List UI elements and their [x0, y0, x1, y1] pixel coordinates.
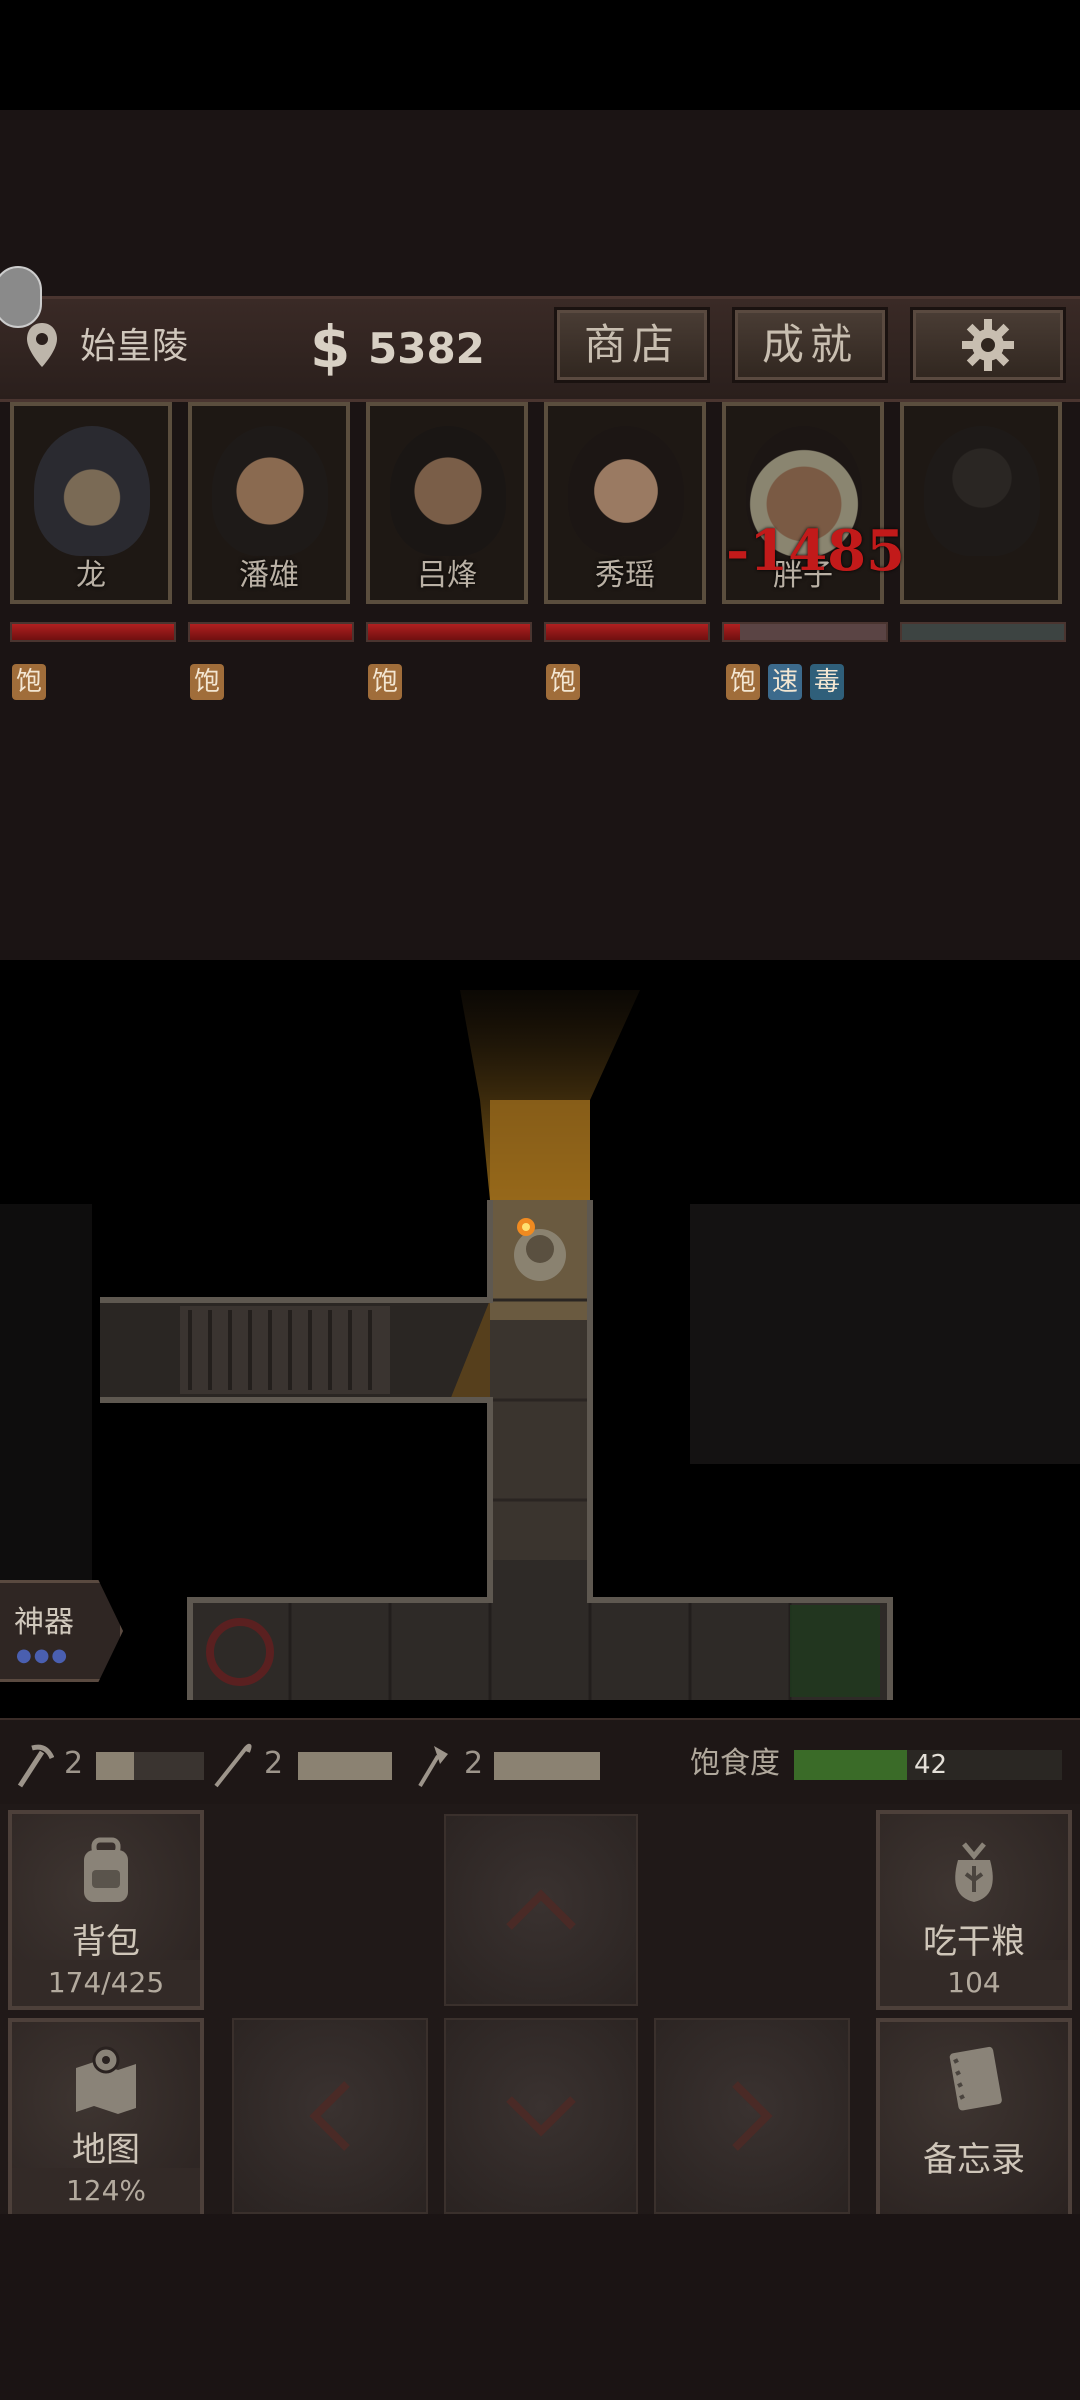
pickaxe-icon — [17, 1744, 54, 1788]
status-buff-full: 饱 — [190, 664, 224, 700]
hunger-value: 42 — [914, 1750, 948, 1780]
settings-button[interactable] — [910, 307, 1066, 383]
party-member-name: 潘雄 — [239, 558, 299, 593]
rations-count: 104 — [880, 1960, 1068, 2006]
dungeon-map[interactable] — [0, 960, 1080, 1720]
control-panel: 背包 174/425 吃干粮 104 地图 124% 备忘录 — [0, 1804, 1080, 2218]
map-label: 地图 — [72, 2130, 140, 2170]
shop-button[interactable]: 商店 — [554, 307, 710, 383]
party-hp-bar — [544, 622, 710, 642]
memo-button[interactable]: 备忘录 — [876, 2018, 1072, 2218]
status-buff-full: 饱 — [368, 664, 402, 700]
move-right-button[interactable] — [654, 2018, 850, 2214]
achievements-button[interactable]: 成就 — [732, 307, 888, 383]
status-buff-full: 饱 — [546, 664, 580, 700]
money-value: 5382 — [368, 324, 485, 373]
party-hp-bar — [900, 622, 1066, 642]
status-buff-full: 饱 — [12, 664, 46, 700]
map-icon — [76, 2046, 136, 2114]
party-member-portrait[interactable]: 龙 — [10, 402, 172, 604]
top-header: 始皇陵 $ 5382 商店 成就 — [0, 296, 1080, 402]
ration-sack-icon — [955, 1842, 993, 1902]
artifact-charges: ●●● — [16, 1645, 70, 1666]
shovel-durability-bar — [494, 1752, 600, 1780]
map-explored-percent: 124% — [12, 2168, 200, 2214]
moss-tile — [790, 1605, 880, 1697]
party-hp-bar — [366, 622, 532, 642]
party-member-name: 吕烽 — [417, 558, 477, 593]
party-member-portrait[interactable]: 潘雄 — [188, 402, 350, 604]
status-buff-full: 饱 — [726, 664, 760, 700]
eat-rations-label: 吃干粮 — [923, 1922, 1025, 1962]
party-member-name: 秀瑶 — [595, 558, 655, 593]
arrow-left-icon — [309, 2081, 350, 2151]
party-hp-bar — [10, 622, 176, 642]
status-bar — [0, 0, 1080, 110]
floating-chat-button[interactable] — [0, 266, 42, 328]
move-down-button[interactable] — [444, 2018, 638, 2214]
memo-label: 备忘录 — [923, 2140, 1025, 2180]
party-member-portrait[interactable]: 秀瑶 — [544, 402, 706, 604]
damage-popup: -1485 — [726, 518, 906, 584]
pickaxe-count: 2 — [64, 1746, 84, 1781]
party-hp-bar — [722, 622, 888, 642]
backpack-button[interactable]: 背包 174/425 — [8, 1810, 204, 2010]
party-member-portrait[interactable]: 吕烽 — [366, 402, 528, 604]
map-button[interactable]: 地图 124% — [8, 2018, 204, 2218]
party-hp-bar — [188, 622, 354, 642]
backpack-capacity: 174/425 — [12, 1960, 200, 2006]
tools-bar: 2 2 2 饱食度 42 — [0, 1718, 1080, 1806]
status-buff-poison: 毒 — [810, 664, 844, 700]
party-member-portrait-empty — [900, 402, 1062, 604]
backpack-label: 背包 — [72, 1922, 140, 1962]
pickaxe-durability-bar — [96, 1752, 204, 1780]
move-left-button[interactable] — [232, 2018, 428, 2214]
status-buff-speed: 速 — [768, 664, 802, 700]
shovel-count: 2 — [464, 1746, 484, 1781]
artifact-button[interactable]: 神器 ●●● — [0, 1580, 123, 1682]
artifact-label: 神器 — [14, 1605, 74, 1640]
party-member-name: 龙 — [76, 558, 106, 593]
hunger-label: 饱食度 — [690, 1746, 780, 1781]
eat-rations-button[interactable]: 吃干粮 104 — [876, 1810, 1072, 2010]
rope-durability-bar — [298, 1752, 392, 1780]
gear-icon — [962, 319, 1014, 371]
backpack-icon — [84, 1837, 128, 1902]
arrow-up-icon — [506, 1889, 576, 1930]
money-icon: $ — [310, 313, 351, 381]
notebook-icon — [949, 2046, 1002, 2111]
arrow-down-icon — [506, 2096, 576, 2137]
location-name: 始皇陵 — [80, 326, 189, 367]
rope-count: 2 — [264, 1746, 284, 1781]
location-pin-icon — [27, 323, 57, 367]
move-up-button[interactable] — [444, 1814, 638, 2006]
shovel-icon — [418, 1746, 448, 1788]
bottom-spacer — [0, 2214, 1080, 2400]
rope-icon — [214, 1743, 252, 1788]
arrow-right-icon — [732, 2081, 773, 2151]
